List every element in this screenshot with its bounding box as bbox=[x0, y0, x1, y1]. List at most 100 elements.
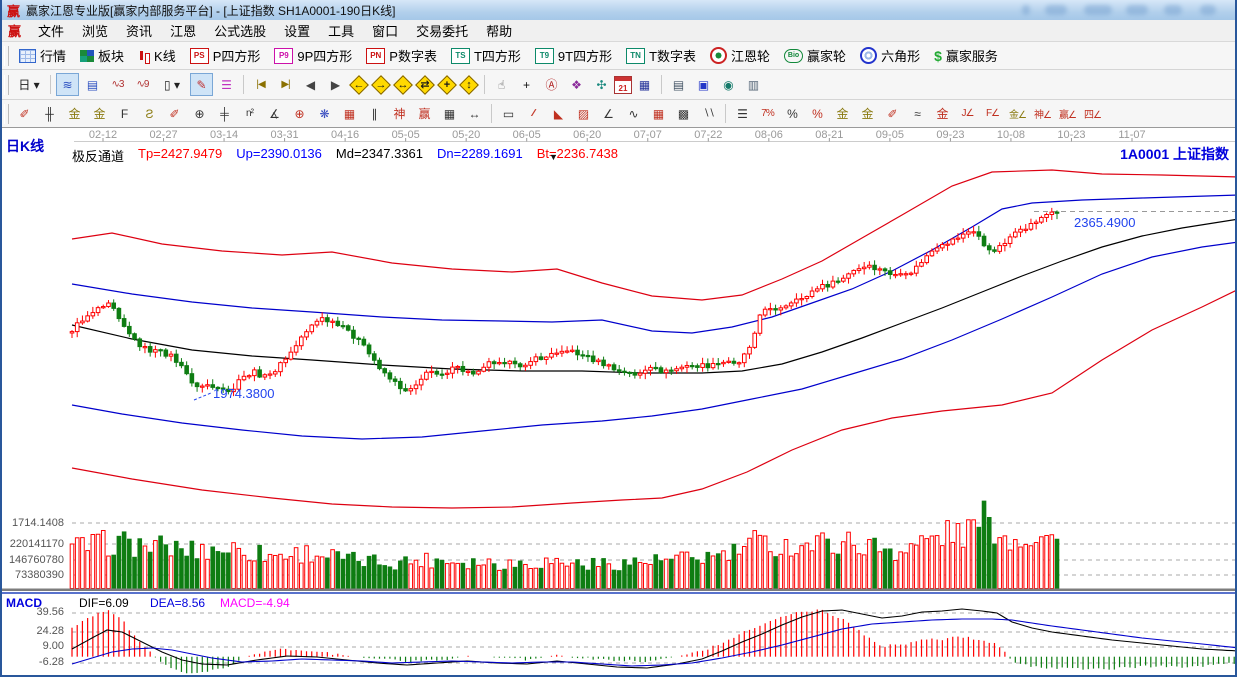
toolbar-item-9p-square[interactable]: P9 9P四方形 bbox=[267, 44, 359, 68]
gold-ratio-2-icon[interactable]: 金 bbox=[88, 102, 111, 125]
menu-item-4[interactable]: 公式选股 bbox=[205, 19, 275, 42]
profile-bars-icon[interactable]: ☰ bbox=[215, 73, 238, 96]
pane-splitter-icon[interactable]: ▼ bbox=[549, 152, 558, 162]
toolbar-item-9t-square[interactable]: T9 9T四方形 bbox=[528, 44, 619, 68]
last-page-icon[interactable]: ▶| bbox=[274, 73, 297, 96]
ying-tool-icon[interactable]: 赢 bbox=[413, 102, 436, 125]
toolbar-item-gann-wheel[interactable]: 江恩轮 bbox=[703, 44, 777, 68]
menu-item-8[interactable]: 交易委托 bbox=[407, 19, 477, 42]
menu-item-9[interactable]: 帮助 bbox=[477, 19, 521, 42]
box-diag-icon[interactable]: ▨ bbox=[572, 102, 595, 125]
gold-circle-icon[interactable]: 金 bbox=[831, 102, 854, 125]
pattern-icon[interactable]: ✣ bbox=[590, 73, 613, 96]
period-day-dropdown[interactable]: 日 ▾ bbox=[13, 73, 45, 96]
trend-angle-icon[interactable]: ∠ bbox=[597, 102, 620, 125]
gold-ratio-icon[interactable]: 金 bbox=[63, 102, 86, 125]
wave-3-icon[interactable]: ∿3 bbox=[106, 73, 129, 96]
ying-angle-icon[interactable]: 赢∠ bbox=[1056, 102, 1079, 125]
export-web-icon[interactable]: ◉ bbox=[717, 73, 740, 96]
gold-red-icon[interactable]: 金 bbox=[931, 102, 954, 125]
prev-bar-icon[interactable]: ◀ bbox=[299, 73, 322, 96]
candle-style-dropdown[interactable]: ▯ ▾ bbox=[156, 73, 188, 96]
number-grid-icon[interactable]: ▦ bbox=[438, 102, 461, 125]
red-grid-icon[interactable]: ▦ bbox=[647, 102, 670, 125]
toolbar-item-winner-wheel[interactable]: Bio 赢家轮 bbox=[777, 44, 853, 68]
pane-period-label[interactable]: 日K线 bbox=[6, 136, 44, 156]
n-square-icon[interactable]: n² bbox=[238, 102, 261, 125]
draw-pen-2-icon[interactable]: ✐ bbox=[163, 102, 186, 125]
titlebar-blurred-control[interactable] bbox=[1022, 5, 1030, 15]
chart-canvas[interactable] bbox=[2, 128, 1237, 677]
parallel-icon[interactable]: ∥ bbox=[363, 102, 386, 125]
pan-hand-icon[interactable]: ☝ bbox=[490, 73, 513, 96]
compress-icon[interactable]: ⇄ bbox=[415, 74, 435, 95]
titlebar-blurred-control[interactable] bbox=[1200, 5, 1216, 15]
crosshair-icon[interactable]: + bbox=[515, 73, 538, 96]
titlebar-blurred-control[interactable] bbox=[1164, 5, 1182, 15]
wave-tool-icon[interactable]: ∿ bbox=[622, 102, 645, 125]
next-bar-icon[interactable]: ▶ bbox=[324, 73, 347, 96]
percent-icon[interactable]: % bbox=[781, 102, 804, 125]
first-page-icon[interactable]: |◀ bbox=[249, 73, 272, 96]
angle-measure-icon[interactable]: ∡ bbox=[263, 102, 286, 125]
calculator-icon[interactable]: ▦ bbox=[633, 73, 656, 96]
hash-lines-icon[interactable]: ╪ bbox=[213, 102, 236, 125]
fan-corner-icon[interactable]: ◣ bbox=[547, 102, 570, 125]
toolbar-item-hexagon[interactable]: 六角形 bbox=[853, 44, 927, 68]
shen-tool-icon[interactable]: 神 bbox=[388, 102, 411, 125]
gann-shape-icon[interactable]: ❖ bbox=[565, 73, 588, 96]
slash-lines-icon[interactable]: ∖∖ bbox=[697, 102, 720, 125]
wave-line-icon[interactable]: ≈ bbox=[906, 102, 929, 125]
menu-item-3[interactable]: 江恩 bbox=[161, 19, 205, 42]
info-panel-icon[interactable]: ▤ bbox=[81, 73, 104, 96]
spiral-icon[interactable]: Ƨ bbox=[138, 102, 161, 125]
toolbar-item-p-square[interactable]: PS P四方形 bbox=[183, 44, 268, 68]
shen-angle-icon[interactable]: 神∠ bbox=[1031, 102, 1054, 125]
calendar-icon[interactable]: 21 bbox=[614, 75, 632, 94]
four-angle-icon[interactable]: 四∠ bbox=[1081, 102, 1104, 125]
select-box-icon[interactable]: ▭ bbox=[497, 102, 520, 125]
print-icon[interactable]: ▥ bbox=[742, 73, 765, 96]
fit-vertical-icon[interactable]: ↕ bbox=[459, 74, 479, 95]
fan-lines-icon[interactable]: ∕∕ bbox=[522, 102, 545, 125]
toolbar-item-winner-service[interactable]: $ 赢家服务 bbox=[927, 44, 1005, 68]
j-angle-icon[interactable]: J∠ bbox=[956, 102, 979, 125]
menu-item-7[interactable]: 窗口 bbox=[363, 19, 407, 42]
zoom-area-icon[interactable]: Ⓐ bbox=[540, 73, 563, 96]
titlebar-blurred-control[interactable] bbox=[1045, 5, 1067, 15]
toolbar-item-sectors[interactable]: 板块 bbox=[73, 44, 131, 68]
toolbar-item-p-number-table[interactable]: PN P数字表 bbox=[359, 44, 444, 68]
depth-bars-icon[interactable]: ☰ bbox=[731, 102, 754, 125]
fibo-f-icon[interactable]: F bbox=[113, 102, 136, 125]
gold-line-icon[interactable]: 金 bbox=[856, 102, 879, 125]
formula-edit-icon[interactable]: ✎ bbox=[190, 73, 213, 96]
percent-7-icon[interactable]: 7% bbox=[756, 102, 779, 125]
menu-item-5[interactable]: 设置 bbox=[275, 19, 319, 42]
toolbar-item-t-square[interactable]: TS T四方形 bbox=[444, 44, 528, 68]
pen-b-icon[interactable]: ✐ bbox=[881, 102, 904, 125]
symbol-label[interactable]: 1A0001 上证指数 bbox=[1120, 144, 1229, 164]
save-icon[interactable]: ▣ bbox=[692, 73, 715, 96]
zoom-in-icon[interactable]: + bbox=[437, 74, 457, 95]
menu-item-1[interactable]: 浏览 bbox=[73, 19, 117, 42]
star-grid-icon[interactable]: ❋ bbox=[313, 102, 336, 125]
titlebar-blurred-control[interactable] bbox=[1126, 5, 1148, 15]
crosshair-circle-icon[interactable]: ⊕ bbox=[288, 102, 311, 125]
cycle-circle-icon[interactable]: ⊕ bbox=[188, 102, 211, 125]
stretch-horizontal-icon[interactable]: ↔ bbox=[393, 74, 413, 95]
pan-left-icon[interactable]: ← bbox=[349, 74, 369, 95]
f-angle-icon[interactable]: F∠ bbox=[981, 102, 1004, 125]
toolbar-item-kline[interactable]: K线 bbox=[131, 44, 183, 68]
gold-angle-icon[interactable]: 金∠ bbox=[1006, 102, 1029, 125]
notes-icon[interactable]: ▤ bbox=[667, 73, 690, 96]
menu-item-2[interactable]: 资讯 bbox=[117, 19, 161, 42]
trend-wave-icon[interactable]: ≋ bbox=[56, 73, 79, 96]
draw-pen-icon[interactable]: ✐ bbox=[13, 102, 36, 125]
toolbar-item-t-number-table[interactable]: TN T数字表 bbox=[619, 44, 703, 68]
percent-line-icon[interactable]: % bbox=[806, 102, 829, 125]
menu-item-6[interactable]: 工具 bbox=[319, 19, 363, 42]
gann-box-icon[interactable]: ▦ bbox=[338, 102, 361, 125]
pan-right-icon[interactable]: → bbox=[371, 74, 391, 95]
wave-9-icon[interactable]: ∿9 bbox=[131, 73, 154, 96]
dark-grid-icon[interactable]: ▩ bbox=[672, 102, 695, 125]
